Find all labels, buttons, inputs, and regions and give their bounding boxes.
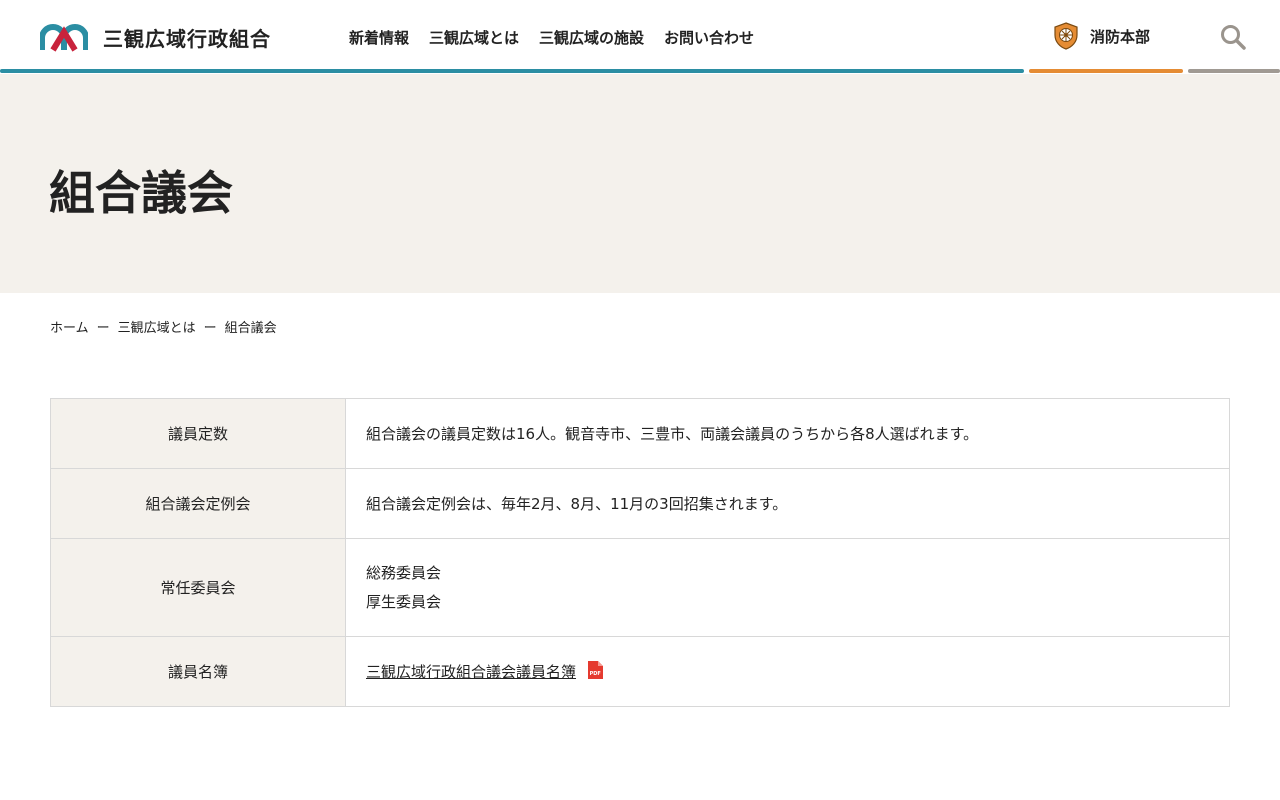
breadcrumb-home[interactable]: ホーム bbox=[50, 317, 89, 336]
row-value-regular-session: 組合議会定例会は、毎年2月、8月、11月の3回招集されます。 bbox=[345, 468, 1230, 539]
table-row: 議員名簿 三観広域行政組合議会議員名簿 PDF bbox=[50, 636, 1230, 707]
logo-icon bbox=[39, 24, 89, 52]
breadcrumb-separator: ー bbox=[96, 321, 110, 336]
committee-welfare: 厚生委員会 bbox=[366, 592, 442, 611]
search-icon bbox=[1221, 25, 1246, 50]
header-underline-fire bbox=[1029, 69, 1183, 73]
table-row: 組合議会定例会 組合議会定例会は、毎年2月、8月、11月の3回招集されます。 bbox=[50, 468, 1230, 539]
row-label-regular-session: 組合議会定例会 bbox=[50, 468, 346, 539]
nav-contact[interactable]: お問い合わせ bbox=[664, 27, 754, 48]
assembly-info-table: 議員定数 組合議会の議員定数は16人。観音寺市、三豊市、両議会議員のうちから各8… bbox=[50, 398, 1230, 707]
nav-about[interactable]: 三観広域とは bbox=[429, 27, 519, 48]
fire-department-label: 消防本部 bbox=[1090, 27, 1151, 46]
page-hero: 組合議会 bbox=[0, 74, 1280, 293]
row-value-member-quota: 組合議会の議員定数は16人。観音寺市、三豊市、両議会議員のうちから各8人選ばれま… bbox=[345, 398, 1230, 469]
pdf-icon[interactable]: PDF bbox=[587, 661, 603, 679]
breadcrumb: ホーム ー 三観広域とは ー 組合議会 bbox=[50, 317, 277, 336]
pdf-badge-text: PDF bbox=[589, 671, 600, 677]
row-label-member-list: 議員名簿 bbox=[50, 636, 346, 707]
fire-emblem-icon bbox=[1054, 22, 1078, 50]
breadcrumb-separator: ー bbox=[203, 321, 217, 336]
site-name[interactable]: 三観広域行政組合 bbox=[103, 23, 271, 52]
row-label-standing-committee: 常任委員会 bbox=[50, 538, 346, 637]
main-nav: 新着情報 三観広域とは 三観広域の施設 お問い合わせ bbox=[349, 27, 754, 48]
logo-mark[interactable] bbox=[39, 20, 89, 52]
table-row: 議員定数 組合議会の議員定数は16人。観音寺市、三豊市、両議会議員のうちから各8… bbox=[50, 398, 1230, 469]
row-value-standing-committee: 総務委員会 厚生委員会 bbox=[345, 538, 1230, 637]
header-underline-search bbox=[1188, 69, 1280, 73]
table-row: 常任委員会 総務委員会 厚生委員会 bbox=[50, 538, 1230, 637]
committee-general-affairs: 総務委員会 bbox=[366, 563, 442, 582]
fire-department-link[interactable]: 消防本部 bbox=[1053, 22, 1150, 50]
member-list-pdf-link[interactable]: 三観広域行政組合議会議員名簿 bbox=[366, 663, 576, 681]
page-title: 組合議会 bbox=[49, 166, 233, 220]
row-value-member-list: 三観広域行政組合議会議員名簿 PDF bbox=[345, 636, 1230, 707]
nav-news[interactable]: 新着情報 bbox=[349, 27, 409, 48]
row-label-member-quota: 議員定数 bbox=[50, 398, 346, 469]
breadcrumb-about[interactable]: 三観広域とは bbox=[118, 317, 196, 336]
search-button[interactable] bbox=[1220, 24, 1246, 50]
site-header: 三観広域行政組合 新着情報 三観広域とは 三観広域の施設 お問い合わせ 消防本部 bbox=[0, 0, 1280, 74]
nav-facilities[interactable]: 三観広域の施設 bbox=[539, 27, 644, 48]
header-underline-main bbox=[0, 69, 1024, 73]
breadcrumb-current: 組合議会 bbox=[224, 321, 277, 336]
